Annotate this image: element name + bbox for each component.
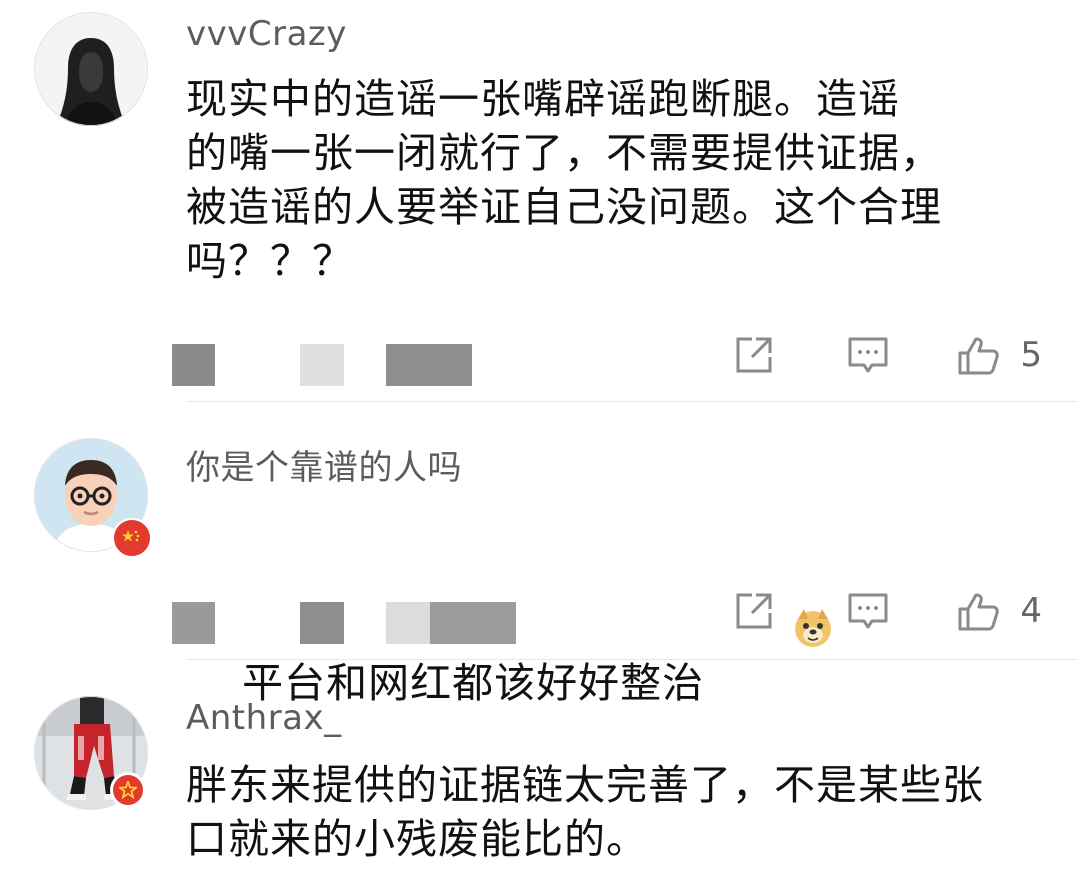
- username[interactable]: 你是个靠谱的人吗: [186, 440, 462, 489]
- comment-icon[interactable]: [846, 333, 890, 377]
- like-button[interactable]: 5: [956, 333, 1042, 377]
- username[interactable]: vvvCrazy: [186, 14, 347, 54]
- comment-item: vvvCrazy 现实中的造谣一张嘴辟谣跑断腿。造谣 的嘴一张一闭就行了，不需要…: [0, 0, 1078, 402]
- like-count: 5: [1020, 335, 1042, 375]
- comment-actions: 5: [732, 330, 1042, 380]
- thumbs-up-icon: [956, 333, 1000, 377]
- redacted-meta: [172, 344, 215, 386]
- like-count: 4: [1020, 591, 1042, 631]
- comment-actions: 4: [732, 586, 1042, 636]
- comment-item: Anthrax_ 胖东来提供的证据链太完善了，不是某些张 口就来的小残废能比的。: [0, 660, 1078, 872]
- redacted-meta: [430, 602, 516, 644]
- comment-text: 胖东来提供的证据链太完善了，不是某些张 口就来的小残废能比的。: [186, 761, 984, 863]
- comment-icon[interactable]: [846, 589, 890, 633]
- comment-text: 现实中的造谣一张嘴辟谣跑断腿。造谣 的嘴一张一闭就行了，不需要提供证据， 被造谣…: [186, 75, 942, 285]
- avatar[interactable]: [34, 12, 148, 126]
- share-icon[interactable]: [732, 589, 776, 633]
- redacted-meta: [300, 602, 344, 644]
- redacted-meta: [386, 344, 472, 386]
- comment-item: 你是个靠谱的人吗 平台和网红都该好好整治 4: [0, 402, 1078, 707]
- redacted-meta: [300, 344, 344, 386]
- red-star-badge: [110, 772, 146, 808]
- username[interactable]: Anthrax_: [186, 698, 342, 738]
- like-button[interactable]: 4: [956, 589, 1042, 633]
- thumbs-up-icon: [956, 589, 1000, 633]
- share-icon[interactable]: [732, 333, 776, 377]
- china-flag-badge: [112, 518, 152, 558]
- portrait-dark-hair-avatar: [34, 12, 148, 126]
- redacted-meta: [172, 602, 215, 644]
- redacted-meta: [386, 602, 430, 644]
